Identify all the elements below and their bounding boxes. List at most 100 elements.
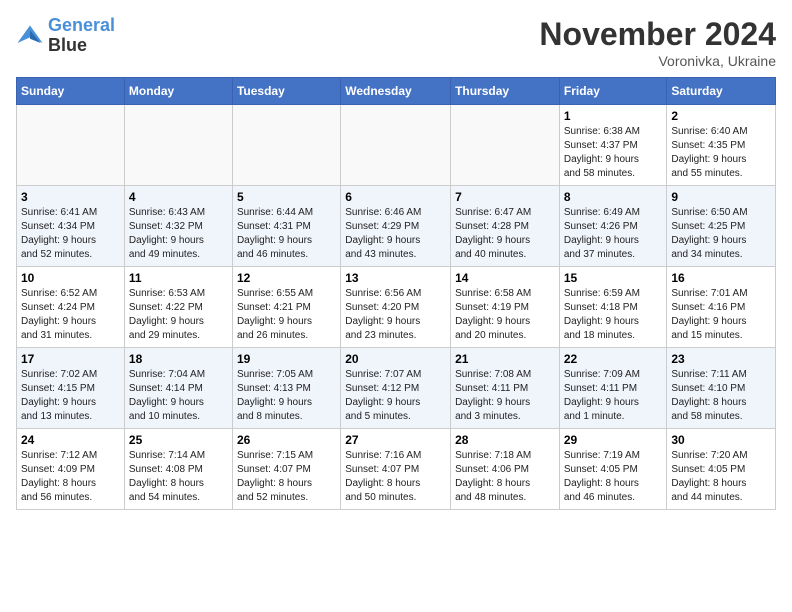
day-number: 9: [671, 190, 771, 204]
day-info: Sunrise: 6:38 AM Sunset: 4:37 PM Dayligh…: [564, 125, 663, 181]
day-number: 10: [21, 271, 120, 285]
day-number: 15: [564, 271, 663, 285]
calendar-cell: 3 Sunrise: 6:41 AM Sunset: 4:34 PM Daylig…: [17, 186, 125, 267]
day-info: Sunrise: 7:08 AM Sunset: 4:11 PM Dayligh…: [455, 368, 555, 424]
day-number: 16: [671, 271, 771, 285]
calendar-cell: [232, 105, 340, 186]
logo-text: GeneralBlue: [48, 16, 115, 56]
day-info: Sunrise: 6:49 AM Sunset: 4:26 PM Dayligh…: [564, 206, 663, 262]
calendar-cell: 6 Sunrise: 6:46 AM Sunset: 4:29 PM Daylig…: [341, 186, 451, 267]
day-info: Sunrise: 7:04 AM Sunset: 4:14 PM Dayligh…: [129, 368, 228, 424]
calendar-week-3: 10 Sunrise: 6:52 AM Sunset: 4:24 PM Dayli…: [17, 267, 776, 348]
day-number: 3: [21, 190, 120, 204]
calendar-cell: [17, 105, 125, 186]
calendar-cell: 19 Sunrise: 7:05 AM Sunset: 4:13 PM Dayli…: [232, 348, 340, 429]
calendar-cell: 29 Sunrise: 7:19 AM Sunset: 4:05 PM Dayli…: [559, 429, 667, 510]
day-info: Sunrise: 6:53 AM Sunset: 4:22 PM Dayligh…: [129, 287, 228, 343]
calendar-cell: [451, 105, 560, 186]
calendar-week-5: 24 Sunrise: 7:12 AM Sunset: 4:09 PM Dayli…: [17, 429, 776, 510]
calendar-table: SundayMondayTuesdayWednesdayThursdayFrid…: [16, 77, 776, 510]
day-header-thursday: Thursday: [451, 78, 560, 105]
day-info: Sunrise: 6:40 AM Sunset: 4:35 PM Dayligh…: [671, 125, 771, 181]
calendar-cell: 21 Sunrise: 7:08 AM Sunset: 4:11 PM Dayli…: [451, 348, 560, 429]
day-info: Sunrise: 7:18 AM Sunset: 4:06 PM Dayligh…: [455, 449, 555, 505]
calendar-cell: 27 Sunrise: 7:16 AM Sunset: 4:07 PM Dayli…: [341, 429, 451, 510]
day-info: Sunrise: 7:01 AM Sunset: 4:16 PM Dayligh…: [671, 287, 771, 343]
calendar-week-4: 17Sunrise: 7:02 AM Sunset: 4:15 PM Dayli…: [17, 348, 776, 429]
day-number: 21: [455, 352, 555, 366]
day-info: Sunrise: 7:11 AM Sunset: 4:10 PM Dayligh…: [671, 368, 771, 424]
day-info: Sunrise: 7:20 AM Sunset: 4:05 PM Dayligh…: [671, 449, 771, 505]
day-info: Sunrise: 6:50 AM Sunset: 4:25 PM Dayligh…: [671, 206, 771, 262]
day-header-tuesday: Tuesday: [232, 78, 340, 105]
month-title: November 2024: [539, 16, 776, 53]
calendar-cell: 18 Sunrise: 7:04 AM Sunset: 4:14 PM Dayli…: [124, 348, 232, 429]
calendar-cell: [341, 105, 451, 186]
day-info: Sunrise: 6:46 AM Sunset: 4:29 PM Dayligh…: [345, 206, 446, 262]
day-info: Sunrise: 6:55 AM Sunset: 4:21 PM Dayligh…: [237, 287, 336, 343]
day-number: 26: [237, 433, 336, 447]
day-number: 4: [129, 190, 228, 204]
day-number: 24: [21, 433, 120, 447]
day-info: Sunrise: 6:56 AM Sunset: 4:20 PM Dayligh…: [345, 287, 446, 343]
day-info: Sunrise: 7:15 AM Sunset: 4:07 PM Dayligh…: [237, 449, 336, 505]
calendar-cell: 11 Sunrise: 6:53 AM Sunset: 4:22 PM Dayli…: [124, 267, 232, 348]
day-info: Sunrise: 7:12 AM Sunset: 4:09 PM Dayligh…: [21, 449, 120, 505]
day-number: 27: [345, 433, 446, 447]
calendar-cell: 2 Sunrise: 6:40 AM Sunset: 4:35 PM Daylig…: [667, 105, 776, 186]
day-number: 18: [129, 352, 228, 366]
day-info: Sunrise: 6:44 AM Sunset: 4:31 PM Dayligh…: [237, 206, 336, 262]
calendar-cell: 10 Sunrise: 6:52 AM Sunset: 4:24 PM Dayli…: [17, 267, 125, 348]
day-info: Sunrise: 7:09 AM Sunset: 4:11 PM Dayligh…: [564, 368, 663, 424]
day-number: 30: [671, 433, 771, 447]
day-info: Sunrise: 6:47 AM Sunset: 4:28 PM Dayligh…: [455, 206, 555, 262]
day-number: 12: [237, 271, 336, 285]
logo: GeneralBlue: [16, 16, 115, 56]
calendar-cell: 26 Sunrise: 7:15 AM Sunset: 4:07 PM Dayli…: [232, 429, 340, 510]
day-header-wednesday: Wednesday: [341, 78, 451, 105]
day-number: 19: [237, 352, 336, 366]
calendar-cell: 28 Sunrise: 7:18 AM Sunset: 4:06 PM Dayli…: [451, 429, 560, 510]
calendar-cell: 5 Sunrise: 6:44 AM Sunset: 4:31 PM Daylig…: [232, 186, 340, 267]
calendar-cell: 24 Sunrise: 7:12 AM Sunset: 4:09 PM Dayli…: [17, 429, 125, 510]
day-info: Sunrise: 7:19 AM Sunset: 4:05 PM Dayligh…: [564, 449, 663, 505]
day-number: 7: [455, 190, 555, 204]
day-info: Sunrise: 7:14 AM Sunset: 4:08 PM Dayligh…: [129, 449, 228, 505]
day-number: 2: [671, 109, 771, 123]
day-number: 29: [564, 433, 663, 447]
day-info: Sunrise: 6:43 AM Sunset: 4:32 PM Dayligh…: [129, 206, 228, 262]
day-number: 6: [345, 190, 446, 204]
header: GeneralBlue November 2024 Voronivka, Ukr…: [16, 16, 776, 69]
calendar-cell: 12 Sunrise: 6:55 AM Sunset: 4:21 PM Dayli…: [232, 267, 340, 348]
calendar-cell: 4 Sunrise: 6:43 AM Sunset: 4:32 PM Daylig…: [124, 186, 232, 267]
day-number: 11: [129, 271, 228, 285]
calendar-header-row: SundayMondayTuesdayWednesdayThursdayFrid…: [17, 78, 776, 105]
day-number: 1: [564, 109, 663, 123]
day-info: Sunrise: 6:59 AM Sunset: 4:18 PM Dayligh…: [564, 287, 663, 343]
day-info: Sunrise: 7:02 AM Sunset: 4:15 PM Dayligh…: [21, 368, 120, 424]
logo-icon: [16, 22, 44, 50]
day-number: 14: [455, 271, 555, 285]
day-info: Sunrise: 6:52 AM Sunset: 4:24 PM Dayligh…: [21, 287, 120, 343]
day-info: Sunrise: 6:41 AM Sunset: 4:34 PM Dayligh…: [21, 206, 120, 262]
day-info: Sunrise: 7:16 AM Sunset: 4:07 PM Dayligh…: [345, 449, 446, 505]
day-info: Sunrise: 6:58 AM Sunset: 4:19 PM Dayligh…: [455, 287, 555, 343]
day-header-sunday: Sunday: [17, 78, 125, 105]
day-number: 28: [455, 433, 555, 447]
day-number: 8: [564, 190, 663, 204]
calendar-cell: 16 Sunrise: 7:01 AM Sunset: 4:16 PM Dayli…: [667, 267, 776, 348]
calendar-cell: 25 Sunrise: 7:14 AM Sunset: 4:08 PM Dayli…: [124, 429, 232, 510]
calendar-cell: 9 Sunrise: 6:50 AM Sunset: 4:25 PM Daylig…: [667, 186, 776, 267]
calendar-week-2: 3 Sunrise: 6:41 AM Sunset: 4:34 PM Daylig…: [17, 186, 776, 267]
day-number: 5: [237, 190, 336, 204]
day-info: Sunrise: 7:05 AM Sunset: 4:13 PM Dayligh…: [237, 368, 336, 424]
calendar-cell: 30 Sunrise: 7:20 AM Sunset: 4:05 PM Dayli…: [667, 429, 776, 510]
calendar-cell: 14 Sunrise: 6:58 AM Sunset: 4:19 PM Dayli…: [451, 267, 560, 348]
calendar-cell: 8 Sunrise: 6:49 AM Sunset: 4:26 PM Daylig…: [559, 186, 667, 267]
calendar-cell: 22Sunrise: 7:09 AM Sunset: 4:11 PM Dayli…: [559, 348, 667, 429]
calendar-cell: 7 Sunrise: 6:47 AM Sunset: 4:28 PM Daylig…: [451, 186, 560, 267]
calendar-body: 1 Sunrise: 6:38 AM Sunset: 4:37 PM Daylig…: [17, 105, 776, 510]
calendar-cell: 23Sunrise: 7:11 AM Sunset: 4:10 PM Dayli…: [667, 348, 776, 429]
calendar-cell: 15 Sunrise: 6:59 AM Sunset: 4:18 PM Dayli…: [559, 267, 667, 348]
day-number: 25: [129, 433, 228, 447]
